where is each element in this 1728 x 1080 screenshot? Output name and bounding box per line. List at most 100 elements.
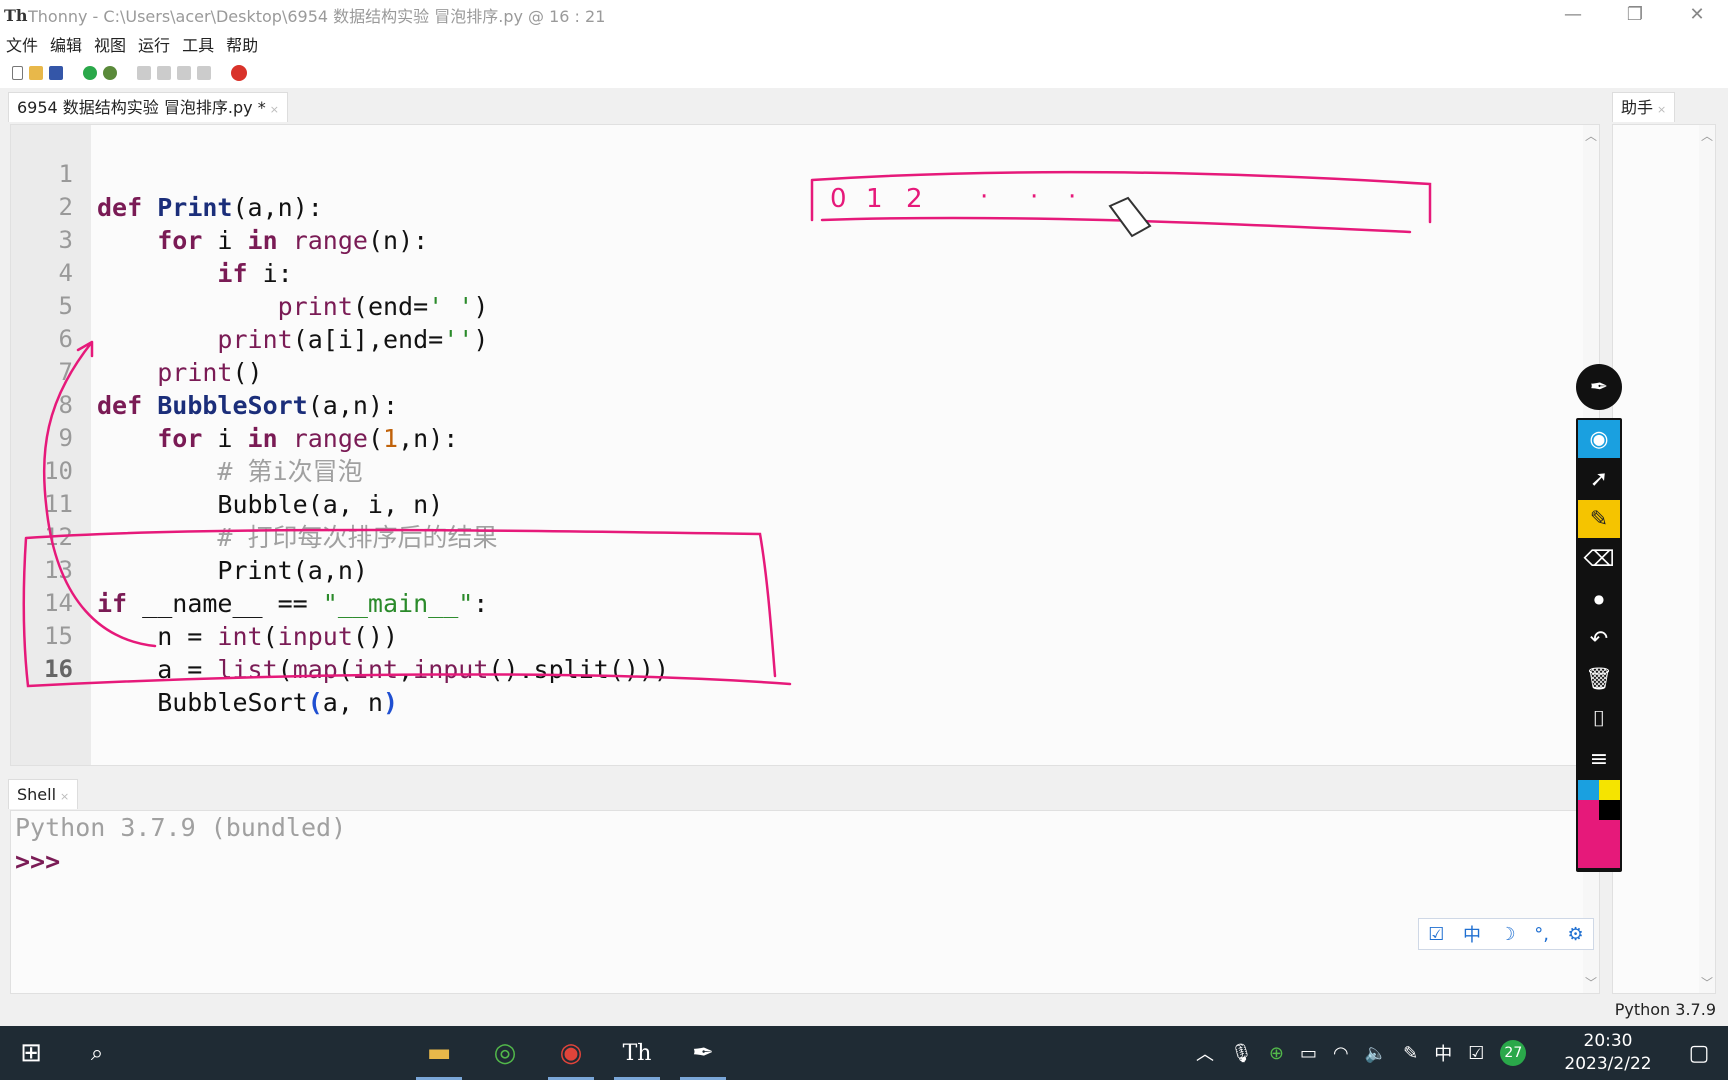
code-line: 16 BubbleSort(a, n): [11, 620, 398, 717]
menu-edit[interactable]: 编辑: [44, 32, 88, 56]
title-bar: Th Thonny - C:\Users\acer\Desktop\6954 数…: [0, 0, 1728, 30]
run-icon[interactable]: [83, 66, 97, 80]
menu-run[interactable]: 运行: [132, 32, 176, 56]
code-line: 12 Print(a,n): [11, 488, 368, 585]
python-version: Python 3.7.9: [1614, 1000, 1716, 1019]
code-line: 14 n = int(input()): [11, 554, 398, 651]
pen-icon[interactable]: ✎: [1403, 1043, 1418, 1064]
eye-icon[interactable]: ◉: [1578, 420, 1620, 458]
ime-toolbar[interactable]: ☑ 中 ☽ °, ⚙: [1418, 918, 1594, 950]
shell-prompt[interactable]: >>>: [15, 845, 60, 879]
shell-banner: Python 3.7.9 (bundled): [15, 813, 347, 842]
step-out-icon[interactable]: [177, 66, 191, 80]
chrome-icon[interactable]: ◉: [542, 1026, 600, 1080]
step-over-icon[interactable]: [137, 66, 151, 80]
code-line: 6 print(): [11, 290, 263, 387]
current-color-swatch[interactable]: [1578, 820, 1620, 868]
wifi-icon[interactable]: ◠: [1333, 1043, 1349, 1064]
tab-close-icon[interactable]: ×: [60, 790, 69, 803]
pen-tool-app-icon[interactable]: ✒: [674, 1026, 732, 1080]
open-file-icon[interactable]: [29, 66, 43, 80]
moon-icon[interactable]: ☽: [1500, 924, 1516, 945]
tab-shell[interactable]: Shell ×: [8, 779, 79, 809]
debug-icon[interactable]: [103, 66, 117, 80]
minimize-button[interactable]: —: [1542, 0, 1604, 30]
code-line: 3 if i:: [11, 191, 293, 288]
scroll-down-icon[interactable]: ﹀: [1701, 974, 1713, 991]
microphone-icon[interactable]: 🎙: [1230, 1043, 1253, 1064]
notification-badge[interactable]: 27: [1500, 1040, 1527, 1066]
step-into-icon[interactable]: [157, 66, 171, 80]
close-button[interactable]: ✕: [1666, 0, 1728, 30]
undo-icon[interactable]: ↶: [1578, 620, 1620, 658]
menu-view[interactable]: 视图: [88, 32, 132, 56]
save-file-icon[interactable]: [49, 66, 63, 80]
annotation-toolbar: ◉ ➚ ✎ ⌫ ● ↶ 🗑 ⌷ ≡: [1576, 418, 1622, 872]
scroll-up-icon[interactable]: ︿: [1585, 127, 1597, 144]
action-center-icon[interactable]: ▢: [1670, 1026, 1728, 1080]
search-icon[interactable]: ⌕: [68, 1026, 126, 1080]
pointer-icon[interactable]: ➚: [1578, 460, 1620, 498]
assistant-panel: ︿ ﹀: [1612, 124, 1716, 994]
tab-close-icon[interactable]: ×: [270, 103, 279, 116]
code-line: 9 # 第i次冒泡: [11, 389, 363, 486]
browser-green-icon[interactable]: ◎: [476, 1026, 534, 1080]
file-explorer-icon[interactable]: ▬: [410, 1026, 468, 1080]
color-cyan-swatch[interactable]: [1578, 780, 1599, 800]
thonny-logo-icon: Th: [4, 5, 28, 25]
document-icon[interactable]: ≡: [1578, 740, 1620, 778]
assistant-scrollbar[interactable]: ︿ ﹀: [1699, 125, 1715, 993]
toolbar: [0, 58, 1728, 88]
color-magenta-swatch[interactable]: [1578, 800, 1599, 820]
app-window: { "window": { "title": "Thonny - C:\\Use…: [0, 0, 1728, 1080]
tab-close-icon[interactable]: ×: [1657, 103, 1666, 116]
clock[interactable]: 20:30 2023/2/22: [1560, 1030, 1656, 1076]
camera-icon[interactable]: ⌷: [1578, 700, 1620, 738]
code-line: 4 print(end=' '): [11, 224, 489, 321]
system-tray: ︿ 🎙 ⊕ ▭ ◠ 🔈 ✎ 中 ☑ 27: [1196, 1026, 1527, 1080]
code-line: 13 if __name__ == "__main__":: [11, 521, 488, 618]
shell-panel[interactable]: Python 3.7.9 (bundled) >>> ﹀: [10, 810, 1600, 994]
code-editor[interactable]: 1 def Print(a,n): 2 for i in range(n): 3…: [10, 124, 1600, 766]
stop-icon[interactable]: [231, 65, 247, 81]
new-file-icon[interactable]: [12, 66, 23, 80]
clock-date: 2023/2/22: [1564, 1054, 1652, 1074]
battery-icon[interactable]: ▭: [1300, 1043, 1317, 1064]
punctuation-icon[interactable]: °,: [1534, 924, 1549, 945]
scroll-up-icon[interactable]: ︿: [1701, 127, 1713, 144]
status-bar: Python 3.7.9: [0, 996, 1728, 1026]
menu-help[interactable]: 帮助: [220, 32, 264, 56]
eraser-icon[interactable]: ⌫: [1578, 540, 1620, 578]
gear-icon[interactable]: ⚙: [1568, 924, 1584, 945]
resume-icon[interactable]: [197, 66, 211, 80]
line-number: 16: [44, 655, 73, 683]
highlighter-icon[interactable]: ✎: [1578, 500, 1620, 538]
thonny-icon[interactable]: Th: [608, 1026, 666, 1080]
windows-start-icon[interactable]: ⊞: [2, 1026, 60, 1080]
ime-check-icon[interactable]: ☑: [1428, 924, 1444, 945]
color-yellow-swatch[interactable]: [1599, 780, 1620, 800]
checkbox-icon[interactable]: ☑: [1468, 1043, 1484, 1064]
pen-tool-logo-icon[interactable]: ✒: [1576, 364, 1622, 410]
trash-icon[interactable]: 🗑: [1578, 660, 1620, 698]
code-line: 7 def BubbleSort(a,n):: [11, 323, 399, 420]
scroll-down-icon[interactable]: ﹀: [1585, 974, 1597, 991]
color-black-swatch[interactable]: [1599, 800, 1620, 820]
ime-mode-label[interactable]: 中: [1463, 921, 1481, 947]
menu-tools[interactable]: 工具: [176, 32, 220, 56]
plus-green-icon[interactable]: ⊕: [1269, 1043, 1284, 1064]
restore-button[interactable]: ❐: [1604, 0, 1666, 30]
code-line: 8 for i in range(1,n):: [11, 356, 459, 453]
code-line: 10 Bubble(a, i, n): [11, 422, 443, 519]
show-hidden-icons[interactable]: ︿: [1196, 1040, 1214, 1066]
menu-bar: 文件 编辑 视图 运行 工具 帮助: [0, 30, 1728, 58]
tab-editor-file[interactable]: 6954 数据结构实验 冒泡排序.py * ×: [8, 92, 288, 122]
code-line: 11 # 打印每次排序后的结果: [11, 455, 497, 552]
input-language[interactable]: 中: [1434, 1040, 1452, 1066]
volume-icon[interactable]: 🔈: [1365, 1043, 1387, 1064]
code-line: 2 for i in range(n):: [11, 158, 429, 255]
tab-editor-label: 6954 数据结构实验 冒泡排序.py *: [17, 98, 266, 117]
tab-assistant[interactable]: 助手 ×: [1612, 92, 1676, 122]
menu-file[interactable]: 文件: [0, 32, 44, 56]
dot-size-icon[interactable]: ●: [1578, 580, 1620, 618]
